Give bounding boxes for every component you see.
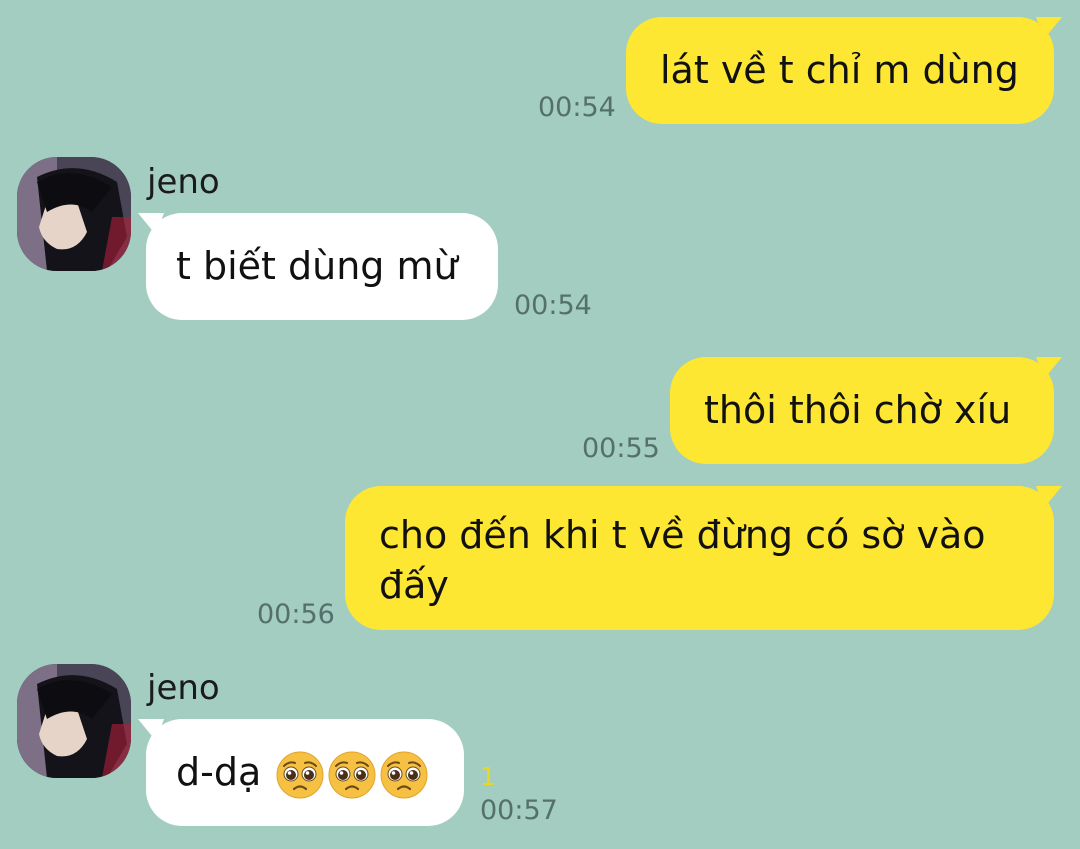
message-bubble-sent[interactable]: thôi thôi chờ xíu: [670, 357, 1062, 464]
message-bubble-sent[interactable]: lát về t chỉ m dùng: [626, 17, 1062, 124]
emoji-row: [273, 750, 429, 798]
avatar-image: [17, 664, 131, 778]
avatar-image: [17, 157, 131, 271]
bubble-tail: [138, 719, 164, 741]
message-text: cho đến khi t về đừng có sờ vào đấy: [379, 513, 998, 607]
message-bubble-sent[interactable]: cho đến khi t về đừng có sờ vào đấy: [345, 486, 1062, 630]
message-time: 00:56: [257, 599, 335, 630]
unread-count: 1: [480, 762, 496, 791]
avatar[interactable]: [17, 664, 131, 778]
pleading-face-icon: [380, 751, 428, 798]
sender-name: jeno: [147, 162, 220, 202]
bubble-tail: [1036, 357, 1062, 379]
pleading-face-icon: [328, 751, 376, 798]
message-bubble-received[interactable]: d-dạ: [138, 719, 464, 826]
message-bubble-received[interactable]: t biết dùng mừ: [138, 213, 498, 320]
bubble-tail: [1036, 486, 1062, 508]
message-time: 00:54: [538, 92, 616, 123]
message-text: d-dạ: [176, 750, 262, 794]
message-text: t biết dùng mừ: [176, 244, 458, 288]
message-text: lát về t chỉ m dùng: [660, 48, 1019, 92]
bubble-tail: [1036, 17, 1062, 39]
bubble-tail: [138, 213, 164, 235]
message-time: 00:57: [480, 795, 558, 826]
message-time: 00:54: [514, 290, 592, 321]
pleading-face-icon: [276, 751, 324, 798]
message-text: thôi thôi chờ xíu: [704, 388, 1012, 432]
sender-name: jeno: [147, 668, 220, 708]
chat-thread[interactable]: lát về t chỉ m dùng 00:54 jeno t biết dù…: [0, 0, 1080, 849]
avatar[interactable]: [17, 157, 131, 271]
message-time: 00:55: [582, 433, 660, 464]
